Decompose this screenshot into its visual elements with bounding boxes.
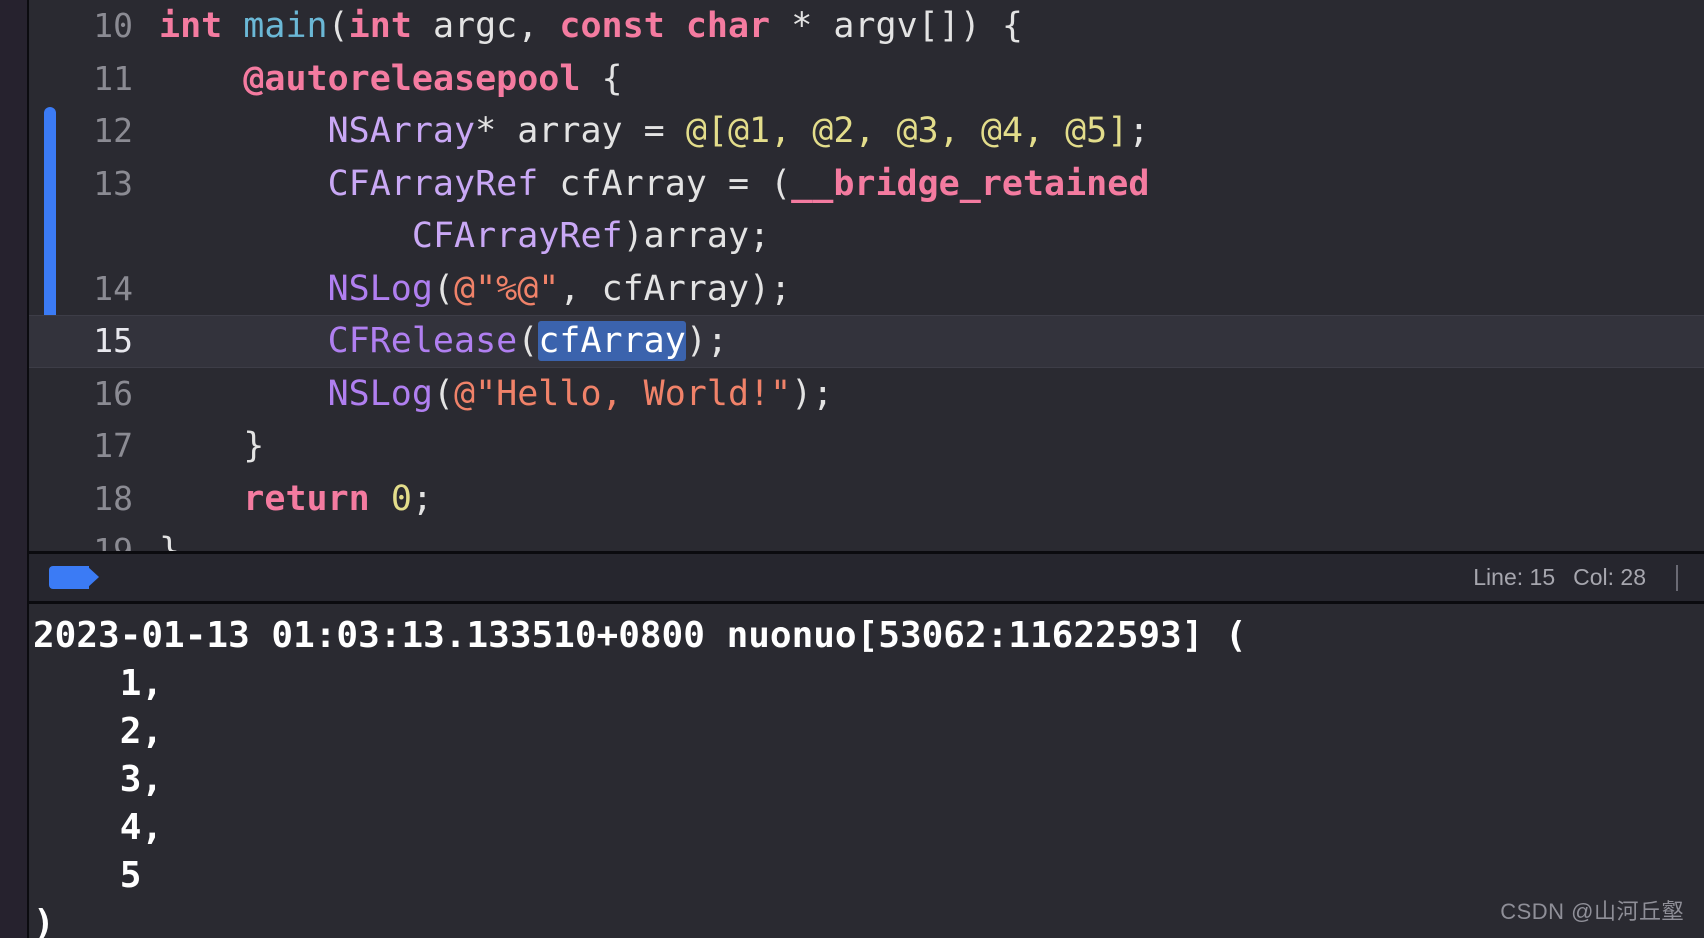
code-line-text: } [159, 531, 180, 551]
code-line[interactable]: 19} [29, 525, 1704, 551]
code-token: @"Hello, World!" [454, 373, 792, 414]
code-line[interactable]: 11 @autoreleasepool { [29, 53, 1704, 106]
status-col-indicator: Col: 28 [1573, 564, 1646, 590]
code-line-text: NSLog(@"%@", cfArray); [159, 268, 792, 309]
code-token: NSLog [327, 373, 433, 414]
code-token: CFArrayRef [411, 216, 623, 256]
code-token: ; [411, 478, 433, 519]
code-line-text: CFArrayRef cfArray = (__bridge_retained [159, 163, 1150, 204]
console-lines-container: 2023-01-13 01:03:13.133510+0800 nuonuo[5… [29, 612, 1704, 938]
code-token: int [348, 6, 412, 46]
code-token: NSLog [327, 268, 433, 309]
editor-status-bar[interactable]: Line: 15 Col: 28 [29, 551, 1704, 601]
code-token: return [243, 478, 370, 519]
code-token: ; [1128, 111, 1150, 151]
console-line: 4, [33, 807, 164, 848]
code-token: * argv[]) { [770, 6, 1024, 46]
code-token: ( [327, 6, 349, 46]
code-line[interactable]: 16 NSLog(@"Hello, World!"); [29, 368, 1704, 421]
code-line[interactable]: 15 CFRelease(cfArray); [29, 315, 1704, 368]
console-output-pane[interactable]: 2023-01-13 01:03:13.133510+0800 nuonuo[5… [29, 601, 1704, 938]
app-window: 10 int main(int argc, const char * argv[]… [0, 0, 1704, 938]
code-lines-container: 10 int main(int argc, const char * argv[]… [29, 0, 1704, 551]
code-line-text: CFRelease(cfArray); [159, 321, 728, 361]
code-line[interactable]: CFArrayRef)array; [29, 210, 1704, 263]
line-number: 15 [93, 321, 133, 360]
code-editor[interactable]: 10 int main(int argc, const char * argv[]… [29, 0, 1704, 551]
line-number: 17 [93, 426, 133, 465]
console-line: 2023-01-13 01:03:13.133510+0800 nuonuo[5… [33, 615, 1247, 656]
code-line[interactable]: 12 NSArray* array = @[@1, @2, @3, @4, @5… [29, 105, 1704, 158]
code-token: { [580, 58, 623, 99]
code-token: ( [432, 268, 455, 309]
line-number: 12 [93, 111, 133, 150]
line-number: 18 [93, 478, 133, 518]
line-number: 14 [93, 268, 133, 308]
code-line[interactable]: 17 } [29, 420, 1704, 473]
code-line[interactable]: 10 int main(int argc, const char * argv[]… [29, 0, 1704, 53]
code-token: * array = [475, 111, 686, 151]
console-line: 5 [33, 855, 142, 896]
line-number: 11 [93, 58, 133, 98]
console-line: ) [33, 903, 55, 938]
code-line-text: NSArray* array = @[@1, @2, @3, @4, @5]; [159, 111, 1150, 151]
console-line: 1, [33, 663, 164, 704]
code-line[interactable]: 14 NSLog(@"%@", cfArray); [29, 263, 1704, 316]
status-caret-divider [1676, 564, 1678, 591]
code-token: ); [685, 321, 728, 361]
line-number: 10 [93, 6, 133, 45]
console-line: 3, [33, 759, 164, 800]
left-margin-strip [0, 0, 28, 938]
code-token: @autoreleasepool [243, 58, 581, 99]
code-token: CFArrayRef [327, 163, 539, 204]
code-token: } [159, 426, 265, 466]
code-line-text: int main(int argc, const char * argv[]) … [159, 6, 1023, 46]
breakpoint-tag-icon[interactable] [49, 566, 99, 589]
code-line[interactable]: 18 return 0; [29, 473, 1704, 526]
code-token: NSArray [327, 111, 476, 151]
code-line-text: CFArrayRef)array; [159, 216, 770, 256]
code-line-text: return 0; [159, 479, 433, 519]
code-token: @[@1, @2, @3, @4, @5] [685, 111, 1129, 151]
code-token: , cfArray); [559, 268, 792, 309]
status-bar-right-group: Line: 15 Col: 28 [1473, 564, 1678, 591]
watermark-label: CSDN @山河丘壑 [1500, 899, 1684, 924]
code-token: cfArray = ( [538, 163, 792, 204]
code-token: __bridge_retained [791, 163, 1150, 204]
code-token: char [685, 6, 771, 46]
code-token: argc, [411, 6, 560, 46]
console-line: 2, [33, 711, 164, 752]
code-token: int [159, 6, 223, 46]
code-line[interactable]: 13 CFArrayRef cfArray = (__bridge_retain… [29, 158, 1704, 211]
code-token: const [559, 6, 665, 46]
code-token: ); [791, 373, 834, 414]
code-token: CFRelease [327, 321, 518, 361]
code-token: main [243, 6, 328, 46]
line-number: 16 [93, 373, 133, 413]
code-token: @"%@" [454, 268, 560, 309]
code-token: ( [517, 321, 539, 361]
code-line-text: NSLog(@"Hello, World!"); [159, 373, 834, 414]
selected-token: cfArray [538, 321, 686, 361]
code-token: 0 [390, 478, 412, 519]
code-line-text: @autoreleasepool { [159, 58, 623, 99]
status-line-indicator: Line: 15 [1473, 564, 1556, 590]
line-number: 13 [93, 163, 133, 203]
code-token: } [159, 531, 181, 551]
code-line-text: } [159, 426, 264, 466]
line-number: 19 [93, 531, 133, 551]
code-token: ( [432, 373, 455, 414]
code-token: )array; [622, 216, 771, 256]
